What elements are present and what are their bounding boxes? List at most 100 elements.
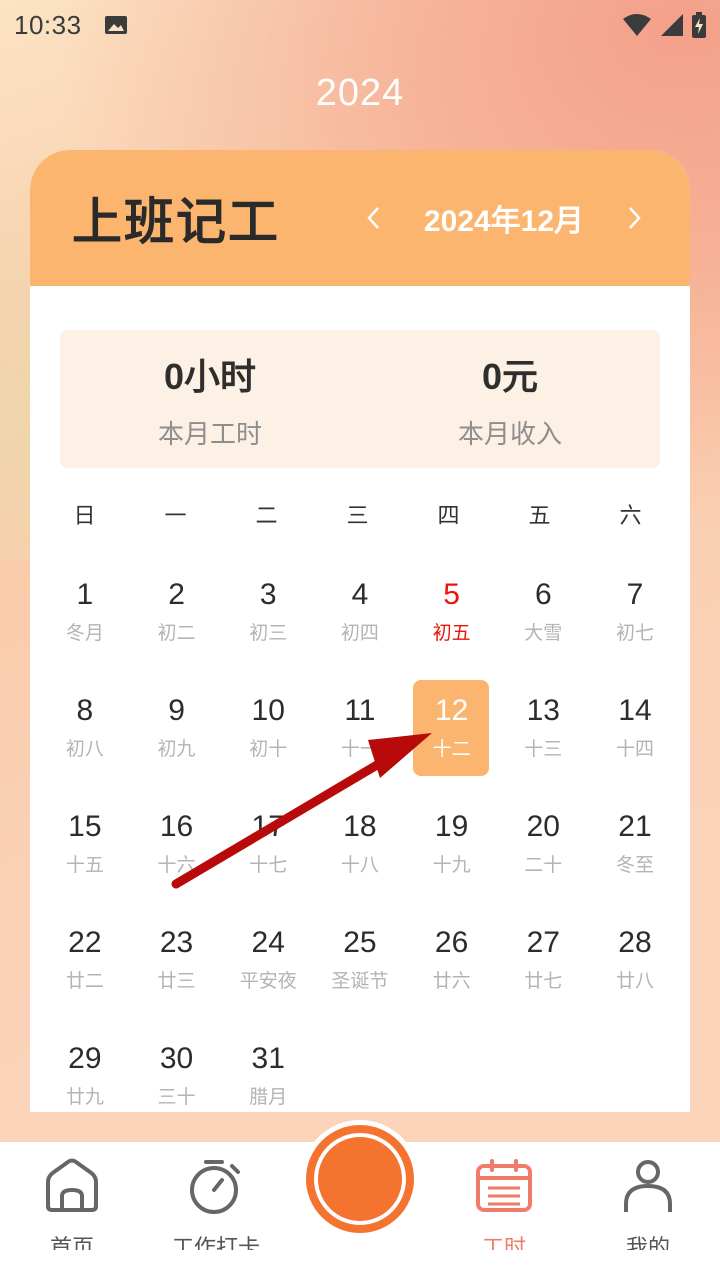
calendar-day[interactable]: 27 廿七 <box>497 912 589 1028</box>
day-number: 15 <box>68 810 102 843</box>
center-record-button[interactable] <box>301 1120 419 1250</box>
current-month-label[interactable]: 2024年12月 <box>424 196 584 240</box>
month-summary: 0小时 本月工时 0元 本月收入 <box>60 330 660 468</box>
calendar-day[interactable]: 10 初十 <box>222 680 314 796</box>
calendar-day-selected[interactable]: 12 十二 <box>406 680 498 796</box>
calendar-day[interactable]: 30 三十 <box>131 1028 223 1112</box>
day-lunar-label: 初八 <box>65 739 104 760</box>
calendar-day[interactable]: 11 十一 <box>314 680 406 796</box>
calendar-day[interactable]: 15 十五 <box>39 796 131 912</box>
calendar-day[interactable]: 28 廿八 <box>589 912 681 1028</box>
day-number: 7 <box>626 578 644 611</box>
center-button-inner <box>314 1133 406 1225</box>
calendar-day[interactable]: 24 平安夜 <box>222 912 314 1028</box>
tab-home-label: 首页 <box>49 1235 94 1250</box>
day-number: 13 <box>526 694 560 727</box>
day-lunar-label: 初九 <box>157 739 196 760</box>
income-summary: 0元 本月收入 <box>360 330 660 468</box>
day-lunar-label: 初二 <box>157 623 196 644</box>
day-number: 24 <box>251 926 285 959</box>
month-nav: 2024年12月 <box>358 150 650 286</box>
day-number: 27 <box>526 926 560 959</box>
calendar-day[interactable]: 6 大雪 <box>497 564 589 680</box>
calendar-day[interactable]: 7 初七 <box>589 564 681 680</box>
status-time: 10:33 <box>14 9 82 40</box>
day-lunar-label: 初五 <box>432 623 471 644</box>
day-number: 23 <box>159 926 194 959</box>
cell-signal-icon <box>661 14 683 36</box>
hours-value: 0小时 <box>163 355 257 397</box>
day-number: 21 <box>618 810 652 843</box>
stopwatch-icon <box>190 1160 240 1214</box>
status-icons <box>622 12 706 38</box>
day-number: 11 <box>344 694 376 727</box>
calendar-day[interactable]: 13 十三 <box>497 680 589 796</box>
day-lunar-label: 十四 <box>615 739 654 760</box>
calendar-day[interactable]: 4 初四 <box>314 564 406 680</box>
day-lunar-label: 二十 <box>524 855 563 876</box>
calendar-day[interactable]: 29 廿九 <box>39 1028 131 1112</box>
center-button-outer <box>301 1120 419 1238</box>
weekday-label: 五 <box>528 503 551 528</box>
day-number: 2 <box>168 578 185 611</box>
center-button-ring <box>306 1125 414 1233</box>
day-number: 3 <box>259 578 277 611</box>
calendar-day[interactable]: 26 廿六 <box>406 912 498 1028</box>
tab-clock-in[interactable]: 工作打卡 <box>144 1142 288 1280</box>
calendar-day[interactable]: 8 初八 <box>39 680 131 796</box>
calendar-day[interactable]: 18 十八 <box>314 796 406 912</box>
calendar-day[interactable]: 16 十六 <box>131 796 223 912</box>
day-lunar-label: 十七 <box>249 855 288 876</box>
day-number: 31 <box>251 1042 285 1075</box>
calendar-day[interactable]: 3 初三 <box>222 564 314 680</box>
day-number: 8 <box>76 694 94 727</box>
calendar-day[interactable]: 22 廿二 <box>39 912 131 1028</box>
weekday-label: 日 <box>73 503 96 528</box>
calendar-day[interactable]: 31 腊月 <box>222 1028 314 1112</box>
next-month-button[interactable] <box>620 198 650 238</box>
calendar-day[interactable]: 23 廿三 <box>131 912 223 1028</box>
day-number: 10 <box>251 694 285 727</box>
weekday-label: 六 <box>619 503 642 528</box>
calendar-day[interactable]: 5 初五 <box>406 564 498 680</box>
day-number: 20 <box>526 810 560 843</box>
calendar-day[interactable]: 14 十四 <box>589 680 681 796</box>
weekday-label: 三 <box>346 503 369 528</box>
day-number: 5 <box>443 578 460 611</box>
day-number: 14 <box>618 694 652 727</box>
day-lunar-label: 初三 <box>249 623 288 644</box>
day-number: 29 <box>68 1042 102 1075</box>
day-lunar-label: 十六 <box>157 855 196 876</box>
day-lunar-label: 三十 <box>157 1087 196 1108</box>
weekday-label: 二 <box>255 503 278 528</box>
chevron-left-icon <box>367 207 379 229</box>
calendar-day[interactable]: 1 冬月 <box>39 564 131 680</box>
income-value: 0元 <box>481 355 539 397</box>
day-number: 30 <box>159 1042 194 1075</box>
calendar-day[interactable]: 20 二十 <box>497 796 589 912</box>
app-title: 上班记工 <box>72 194 280 250</box>
day-number: 6 <box>534 578 552 611</box>
calendar-list-icon <box>476 1159 532 1212</box>
day-number: 4 <box>351 578 369 611</box>
hours-label: 本月工时 <box>157 418 262 449</box>
calendar-day[interactable]: 9 初九 <box>131 680 223 796</box>
year-title: 2024 <box>315 72 405 114</box>
tab-home[interactable]: 首页 <box>0 1142 144 1280</box>
calendar-day[interactable]: 19 十九 <box>406 796 498 912</box>
prev-month-button[interactable] <box>358 198 388 238</box>
day-number: 19 <box>434 810 469 843</box>
day-lunar-label: 廿九 <box>65 1087 104 1108</box>
day-lunar-label: 廿六 <box>432 971 471 992</box>
calendar-day[interactable]: 25 圣诞节 <box>314 912 406 1028</box>
day-number: 18 <box>343 810 377 843</box>
day-lunar-label: 腊月 <box>249 1087 288 1108</box>
day-lunar-label: 冬月 <box>65 623 104 644</box>
calendar-day[interactable]: 17 十七 <box>222 796 314 912</box>
tab-work-hours[interactable]: 工时 <box>432 1142 576 1280</box>
calendar-grid: 1 冬月 2 初二 3 初三 4 初四 5 初五 6 大雪 7 初七 8 初八 9 初九 10 初十 11 十一 12 十二 1… <box>39 564 681 1112</box>
tab-mine[interactable]: 我的 <box>576 1142 720 1280</box>
calendar-day[interactable]: 2 初二 <box>131 564 223 680</box>
calendar-day[interactable]: 21 冬至 <box>589 796 681 912</box>
chevron-right-icon <box>629 207 641 229</box>
